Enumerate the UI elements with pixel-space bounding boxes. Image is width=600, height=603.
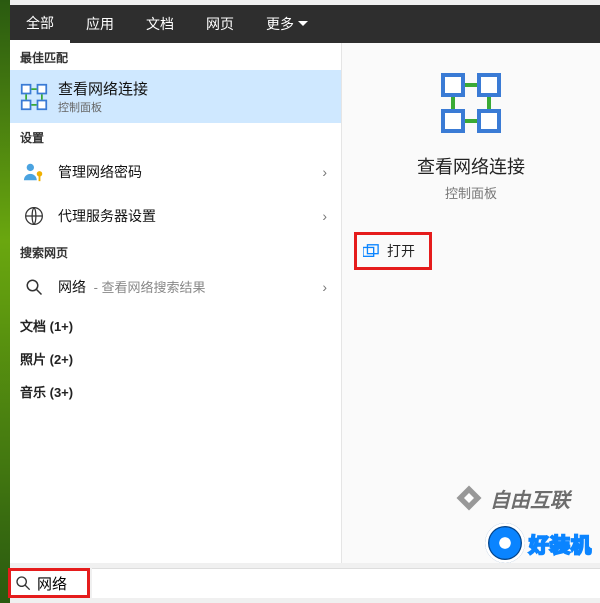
tab-more[interactable]: 更多 (250, 5, 324, 43)
web-suffix: - 查看网络搜索结果 (90, 280, 206, 295)
result-web-search[interactable]: 网络 - 查看网络搜索结果 › (10, 265, 341, 309)
chevron-down-icon (298, 21, 308, 27)
open-button[interactable]: 打开 (354, 232, 432, 270)
result-view-network-connections[interactable]: 查看网络连接 控制面板 (10, 70, 341, 123)
category-music[interactable]: 音乐 (3+) (10, 375, 341, 408)
users-key-icon (20, 158, 48, 186)
section-search-web: 搜索网页 (10, 238, 341, 265)
network-connections-icon (20, 83, 48, 111)
result-proxy-settings[interactable]: 代理服务器设置 › (10, 194, 341, 238)
category-photos[interactable]: 照片 (2+) (10, 342, 341, 375)
network-connections-icon-large (439, 71, 503, 135)
open-label: 打开 (387, 241, 415, 261)
chevron-right-icon: › (322, 279, 327, 295)
search-input[interactable] (37, 575, 83, 592)
search-icon (15, 575, 31, 591)
chevron-right-icon: › (322, 208, 327, 224)
taskbar-search[interactable] (8, 568, 90, 598)
watermark-haozhuangji: 好装机 (485, 523, 592, 563)
watermark-ziyouhulian: 自由互联 (454, 483, 570, 513)
result-title: 管理网络密码 (58, 162, 331, 182)
tab-docs[interactable]: 文档 (130, 5, 190, 43)
watermark-text: 好装机 (529, 529, 592, 558)
tab-web[interactable]: 网页 (190, 5, 250, 43)
category-documents[interactable]: 文档 (1+) (10, 309, 341, 342)
open-window-icon (363, 244, 379, 258)
web-term: 网络 (58, 279, 86, 295)
section-settings: 设置 (10, 123, 341, 150)
watermark-text: 自由互联 (490, 484, 570, 513)
preview-panel: 查看网络连接 控制面板 打开 自由互联 好装机 (342, 43, 600, 563)
result-sub: 控制面板 (58, 99, 331, 115)
preview-sub: 控制面板 (445, 183, 497, 202)
globe-icon (20, 202, 48, 230)
result-texts: 查看网络连接 控制面板 (58, 78, 331, 115)
watermark-ring-icon (485, 523, 525, 563)
tab-apps[interactable]: 应用 (70, 5, 130, 43)
search-tabs: 全部 应用 文档 网页 更多 (10, 5, 600, 43)
preview-title: 查看网络连接 (417, 153, 525, 179)
search-icon (20, 273, 48, 301)
result-title: 查看网络连接 (58, 78, 331, 99)
result-manage-network-passwords[interactable]: 管理网络密码 › (10, 150, 341, 194)
taskbar-search-remainder (92, 568, 600, 598)
desktop-background-strip (0, 0, 10, 603)
tab-all[interactable]: 全部 (10, 5, 70, 43)
results-panel: 最佳匹配 查看网络连接 控制面板 设置 管理网络密码 › (10, 43, 342, 563)
tab-more-label: 更多 (266, 14, 294, 34)
section-best-match: 最佳匹配 (10, 43, 341, 70)
chevron-right-icon: › (322, 164, 327, 180)
result-title: 代理服务器设置 (58, 206, 331, 226)
